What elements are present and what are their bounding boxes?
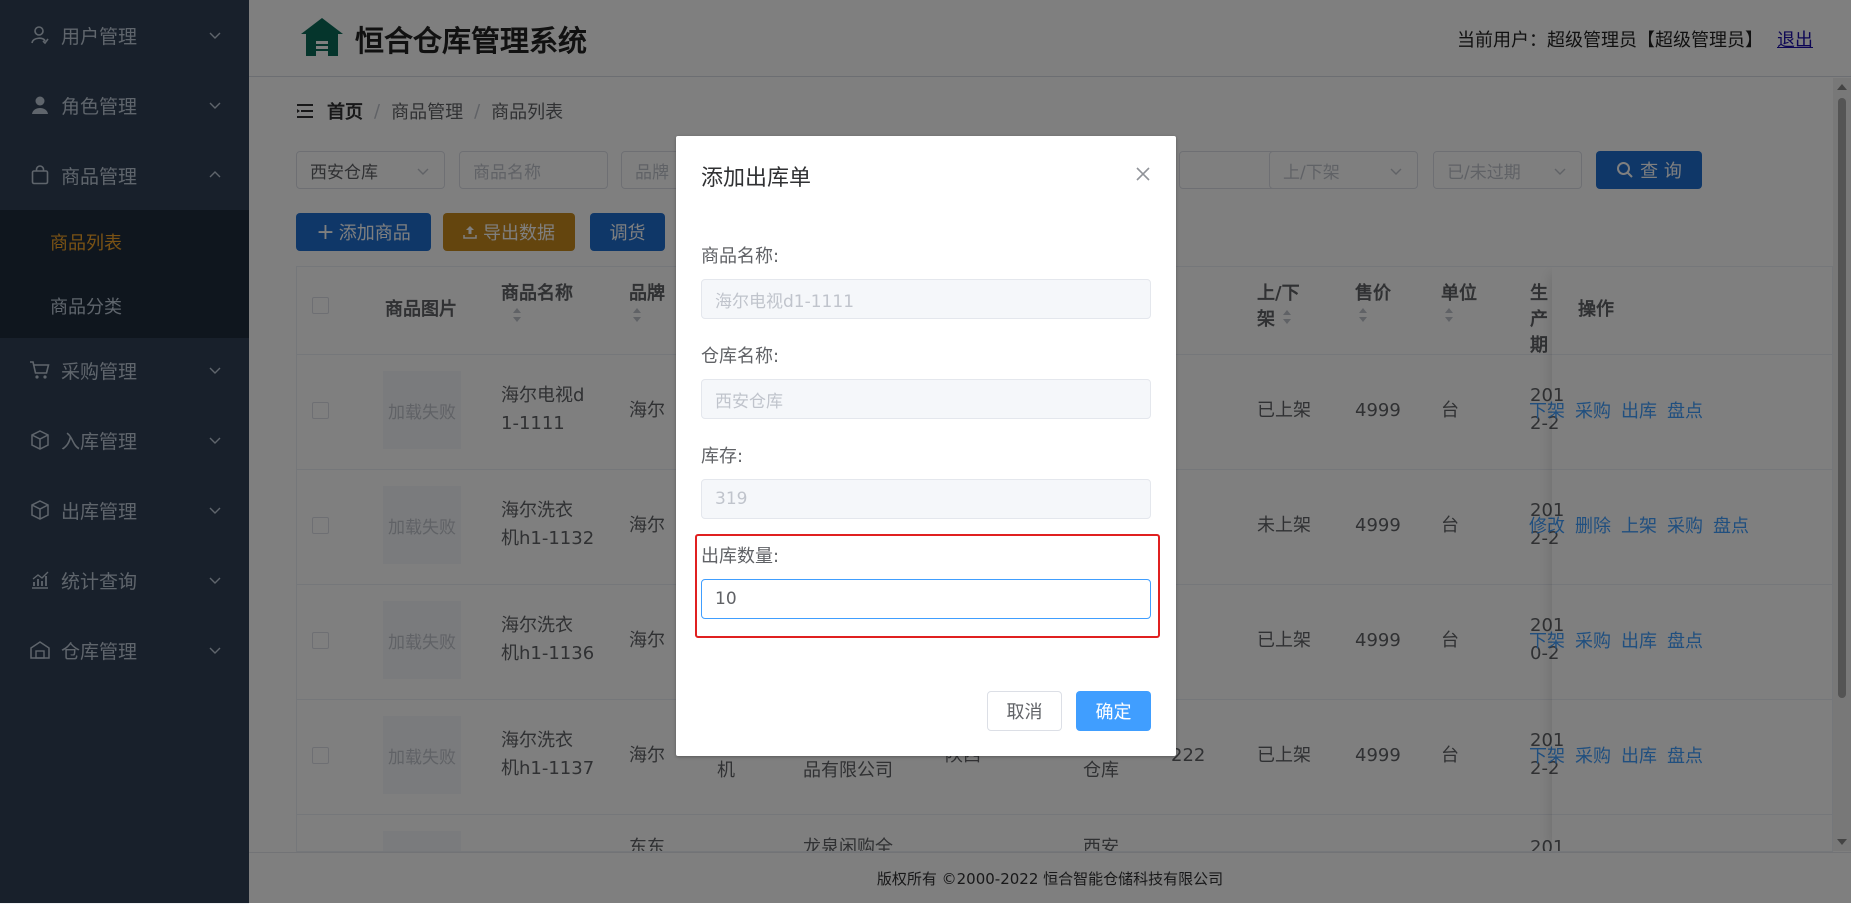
stock-field: 319 bbox=[701, 479, 1151, 519]
product-name-value: 海尔电视d1-1111 bbox=[715, 291, 855, 312]
confirm-button[interactable]: 确定 bbox=[1076, 691, 1151, 731]
outbound-quantity-label: 出库数量: bbox=[701, 546, 780, 567]
product-name-field: 海尔电视d1-1111 bbox=[701, 279, 1151, 319]
dialog-title: 添加出库单 bbox=[701, 166, 812, 191]
warehouse-name-value: 西安仓库 bbox=[715, 391, 783, 412]
cancel-button[interactable]: 取消 bbox=[987, 691, 1062, 731]
outbound-quantity-input[interactable]: 10 bbox=[701, 579, 1151, 619]
stock-value: 319 bbox=[715, 489, 748, 509]
add-outbound-dialog: 添加出库单 商品名称: 海尔电视d1-1111 仓库名称: 西安仓库 库存: 3… bbox=[676, 136, 1176, 756]
warehouse-name-field: 西安仓库 bbox=[701, 379, 1151, 419]
close-icon[interactable] bbox=[1136, 167, 1150, 181]
warehouse-name-label: 仓库名称: bbox=[701, 346, 780, 367]
outbound-quantity-value: 10 bbox=[715, 589, 737, 609]
product-name-label: 商品名称: bbox=[701, 246, 780, 267]
stock-label: 库存: bbox=[701, 446, 744, 467]
